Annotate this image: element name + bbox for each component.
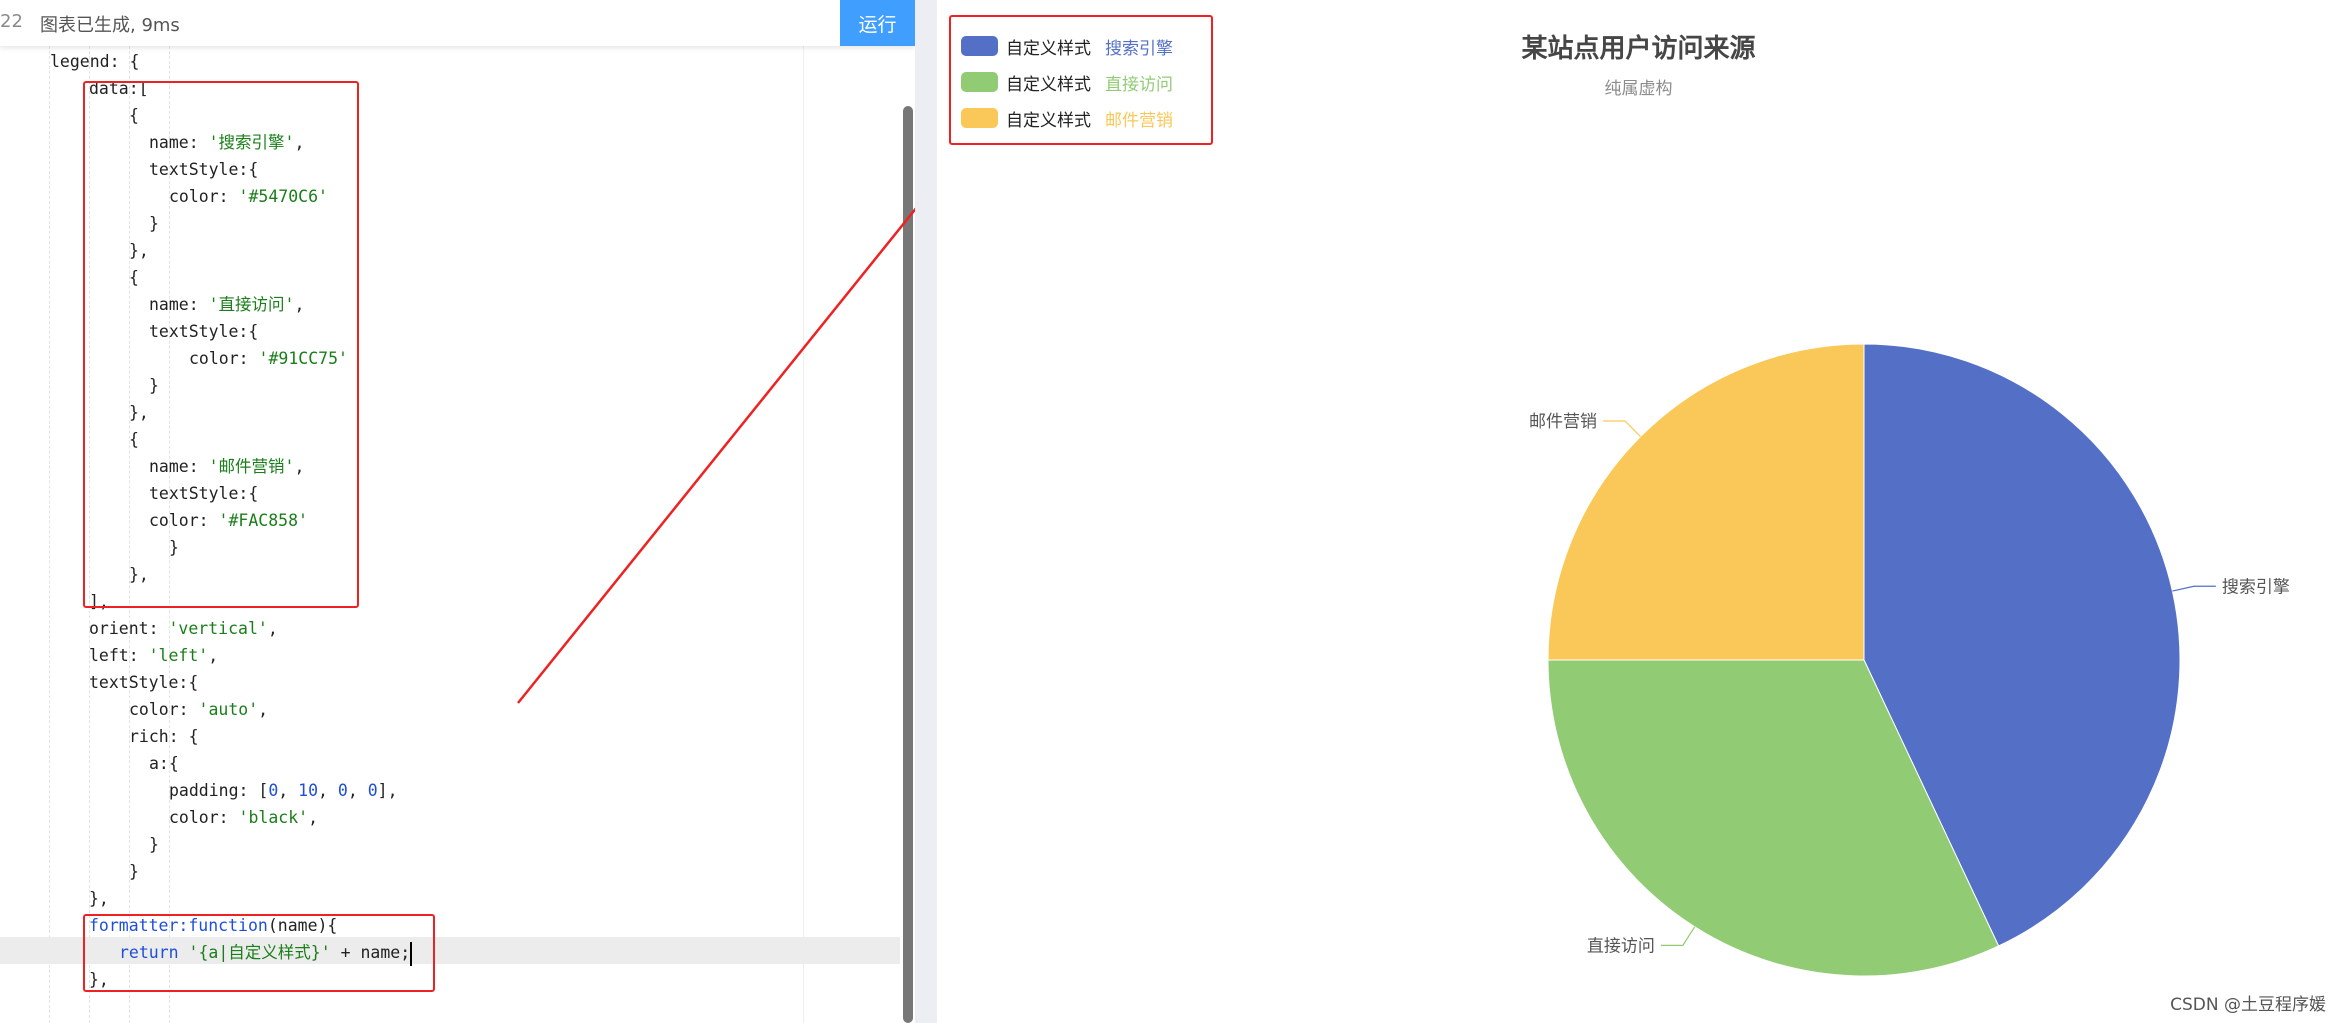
highlight-box-legend-data — [83, 81, 359, 608]
code-line: left: 'left', — [89, 646, 219, 665]
highlight-box-formatter — [83, 914, 435, 992]
code-line: legend: { — [50, 52, 140, 71]
code-line: color: 'black', — [169, 808, 319, 827]
pie-slice[interactable] — [1547, 343, 1865, 661]
code-editor[interactable]: 22 图表已生成, 9ms 运行 legend: { data:[ { name… — [0, 0, 915, 1023]
label-leader-line — [1602, 420, 1641, 437]
code-line: } — [149, 835, 159, 854]
code-line: padding: [0, 10, 0, 0], — [169, 781, 398, 800]
highlight-box-legend — [949, 15, 1213, 145]
watermark: CSDN @土豆程序媛 — [2170, 995, 2326, 1015]
chart-preview: 搜索引擎 直接访问 邮件营销 某站点用户访问来源 纯属虚构 自定义样式 搜索引擎 自… — [937, 13, 2340, 1023]
code-line: }, — [89, 889, 109, 908]
editor-toolbar: 22 图表已生成, 9ms 运行 — [0, 0, 915, 46]
pie-slice-label: 邮件营销 — [1529, 412, 1597, 432]
pie-chart: 搜索引擎直接访问 邮件营销 — [1529, 343, 2290, 977]
render-status: 图表已生成, 9ms — [40, 15, 180, 36]
code-line: a:{ — [149, 754, 179, 773]
pane-divider — [915, 0, 937, 1023]
code-line: rich: { — [129, 727, 199, 746]
editor-scrollbar[interactable] — [903, 106, 913, 1023]
line-number: 22 — [0, 11, 23, 32]
run-button[interactable]: 运行 — [840, 0, 915, 46]
code-line: color: 'auto', — [129, 700, 269, 719]
code-line: } — [129, 862, 139, 881]
label-leader-line — [2172, 585, 2216, 592]
label-leader-line — [1660, 926, 1696, 946]
code-line: textStyle:{ — [89, 673, 199, 692]
pie-slice-label: 直接访问 — [1587, 936, 1655, 956]
pie-slice-label: 搜索引擎 — [2222, 577, 2290, 597]
code-line: orient: 'vertical', — [89, 619, 278, 638]
